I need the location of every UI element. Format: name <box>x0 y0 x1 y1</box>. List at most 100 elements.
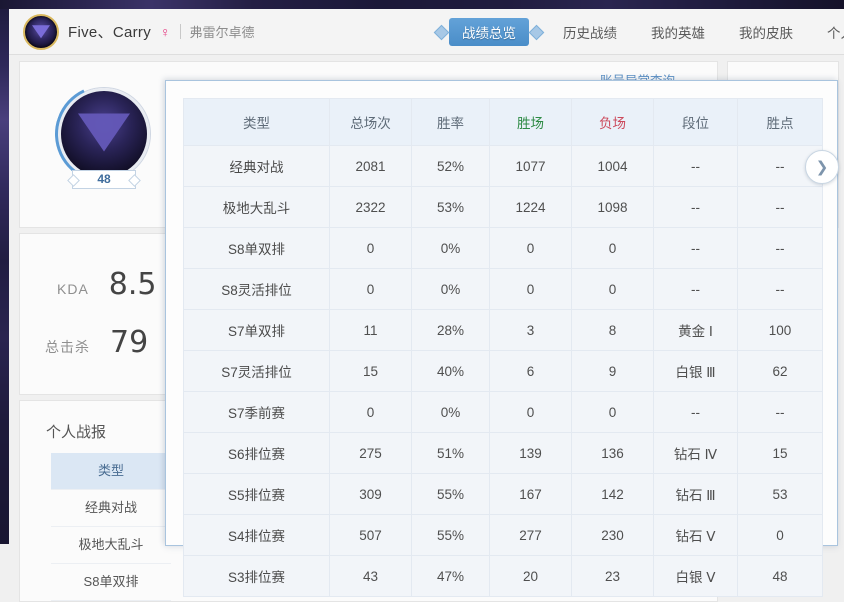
cell-total: 0 <box>329 227 412 269</box>
cell-wins: 167 <box>489 473 572 515</box>
tab-overview[interactable]: 战绩总览 <box>449 17 529 46</box>
column-header-tier: 段位 <box>653 98 738 146</box>
report-list-header: 类型 <box>51 453 171 490</box>
table-row[interactable]: S3排位赛 43 47% 20 23 白银 Ⅴ 48 <box>183 555 823 597</box>
cell-tier: -- <box>653 186 738 228</box>
table-row[interactable]: S6排位赛 275 51% 139 136 钻石 Ⅳ 15 <box>183 432 823 474</box>
kda-label: KDA <box>57 281 89 297</box>
column-header-rate: 胜率 <box>411 98 490 146</box>
cell-total: 0 <box>329 391 412 433</box>
cell-type: 极地大乱斗 <box>183 186 330 228</box>
cell-type: S8灵活排位 <box>183 268 330 310</box>
table-header-row: 类型 总场次 胜率 胜场 负场 段位 胜点 <box>183 98 823 146</box>
cell-rate: 52% <box>411 145 490 187</box>
header-avatar-icon[interactable] <box>23 13 59 50</box>
cell-wins: 0 <box>489 268 572 310</box>
cell-losses: 23 <box>571 555 654 597</box>
cell-rate: 55% <box>411 473 490 515</box>
cell-losses: 1004 <box>571 145 654 187</box>
table-row[interactable]: S7季前赛 0 0% 0 0 -- -- <box>183 391 823 433</box>
total-kills-label: 总击杀 <box>45 339 90 355</box>
kda-stat: KDA 8.5 <box>57 267 157 302</box>
cell-rate: 0% <box>411 268 490 310</box>
cell-tier: 钻石 Ⅳ <box>653 432 738 474</box>
profile-avatar-wrap[interactable]: 48 <box>41 71 167 197</box>
column-header-points: 胜点 <box>737 98 823 146</box>
cell-rate: 51% <box>411 432 490 474</box>
tab-my-champions[interactable]: 我的英雄 <box>651 20 705 44</box>
cell-tier: 黄金 Ⅰ <box>653 309 738 351</box>
cell-points: -- <box>737 227 823 269</box>
column-header-type: 类型 <box>183 98 330 146</box>
cell-points: 0 <box>737 514 823 556</box>
table-row[interactable]: 经典对战 2081 52% 1077 1004 -- -- <box>183 145 823 187</box>
cell-losses: 0 <box>571 268 654 310</box>
table-row[interactable]: S8灵活排位 0 0% 0 0 -- -- <box>183 268 823 310</box>
report-list-item[interactable]: S8单双排 <box>51 564 171 601</box>
tab-personal[interactable]: 个人 <box>827 20 844 44</box>
report-list-item[interactable]: 经典对战 <box>51 490 171 527</box>
cell-total: 2322 <box>329 186 412 228</box>
cell-rate: 0% <box>411 227 490 269</box>
cell-type: S8单双排 <box>183 227 330 269</box>
cell-rate: 28% <box>411 309 490 351</box>
cell-points: 100 <box>737 309 823 351</box>
total-kills-value: 79 <box>110 325 149 360</box>
server-name: 弗雷尔卓德 <box>189 25 255 40</box>
cell-losses: 1098 <box>571 186 654 228</box>
cell-wins: 0 <box>489 391 572 433</box>
left-decoration-rail <box>0 0 9 544</box>
total-kills-stat: 总击杀 79 <box>45 325 148 360</box>
cell-type: S7单双排 <box>183 309 330 351</box>
cell-total: 0 <box>329 268 412 310</box>
cell-points: -- <box>737 391 823 433</box>
table-row[interactable]: S7单双排 11 28% 3 8 黄金 Ⅰ 100 <box>183 309 823 351</box>
header-identity: Five、Carry ♀ 弗雷尔卓德 <box>23 9 255 54</box>
tab-match-history[interactable]: 历史战绩 <box>563 20 617 44</box>
cell-tier: 白银 Ⅲ <box>653 350 738 392</box>
table-row[interactable]: S7灵活排位 15 40% 6 9 白银 Ⅲ 62 <box>183 350 823 392</box>
cell-total: 15 <box>329 350 412 392</box>
tab-my-skins[interactable]: 我的皮肤 <box>739 20 793 44</box>
cell-tier: -- <box>653 391 738 433</box>
career-stats-body: 经典对战 2081 52% 1077 1004 -- -- 极地大乱斗 2322 53% 1224 1… <box>183 145 823 597</box>
cell-losses: 0 <box>571 391 654 433</box>
cell-losses: 230 <box>571 514 654 556</box>
stats-popup-panel: 类型 总场次 胜率 胜场 负场 段位 胜点 经典对战 2081 52% 1077 100… <box>165 80 839 597</box>
cell-rate: 55% <box>411 514 490 556</box>
cell-losses: 136 <box>571 432 654 474</box>
table-row[interactable]: 极地大乱斗 2322 53% 1224 1098 -- -- <box>183 186 823 228</box>
cell-tier: 钻石 Ⅴ <box>653 514 738 556</box>
personal-report-list: 类型 经典对战 极地大乱斗 S8单双排 <box>51 453 171 601</box>
cell-type: S4排位赛 <box>183 514 330 556</box>
cell-wins: 3 <box>489 309 572 351</box>
app-header: Five、Carry ♀ 弗雷尔卓德 战绩总览 历史战绩 我的英雄 我的皮肤 个… <box>9 9 844 55</box>
cell-type: S3排位赛 <box>183 555 330 597</box>
cell-losses: 142 <box>571 473 654 515</box>
cell-losses: 9 <box>571 350 654 392</box>
next-arrow-icon[interactable]: ❯ <box>805 150 839 184</box>
cell-points: 62 <box>737 350 823 392</box>
column-header-wins: 胜场 <box>489 98 572 146</box>
report-list-item[interactable]: 极地大乱斗 <box>51 527 171 564</box>
cell-rate: 40% <box>411 350 490 392</box>
cell-wins: 1224 <box>489 186 572 228</box>
table-row[interactable]: S5排位赛 309 55% 167 142 钻石 Ⅲ 53 <box>183 473 823 515</box>
stats-popup-inner: 类型 总场次 胜率 胜场 负场 段位 胜点 经典对战 2081 52% 1077 100… <box>166 81 837 597</box>
cell-rate: 0% <box>411 391 490 433</box>
column-header-losses: 负场 <box>571 98 654 146</box>
cell-total: 11 <box>329 309 412 351</box>
cell-points: -- <box>737 268 823 310</box>
cell-wins: 1077 <box>489 145 572 187</box>
table-row[interactable]: S8单双排 0 0% 0 0 -- -- <box>183 227 823 269</box>
cell-tier: -- <box>653 227 738 269</box>
table-row[interactable]: S4排位赛 507 55% 277 230 钻石 Ⅴ0 <box>183 514 823 556</box>
cell-tier: -- <box>653 268 738 310</box>
cell-wins: 277 <box>489 514 572 556</box>
cell-total: 43 <box>329 555 412 597</box>
cell-type: S6排位赛 <box>183 432 330 474</box>
cell-wins: 0 <box>489 227 572 269</box>
career-stats-table: 类型 总场次 胜率 胜场 负场 段位 胜点 经典对战 2081 52% 1077 100… <box>183 98 823 597</box>
level-badge: 48 <box>72 170 136 189</box>
cell-total: 309 <box>329 473 412 515</box>
